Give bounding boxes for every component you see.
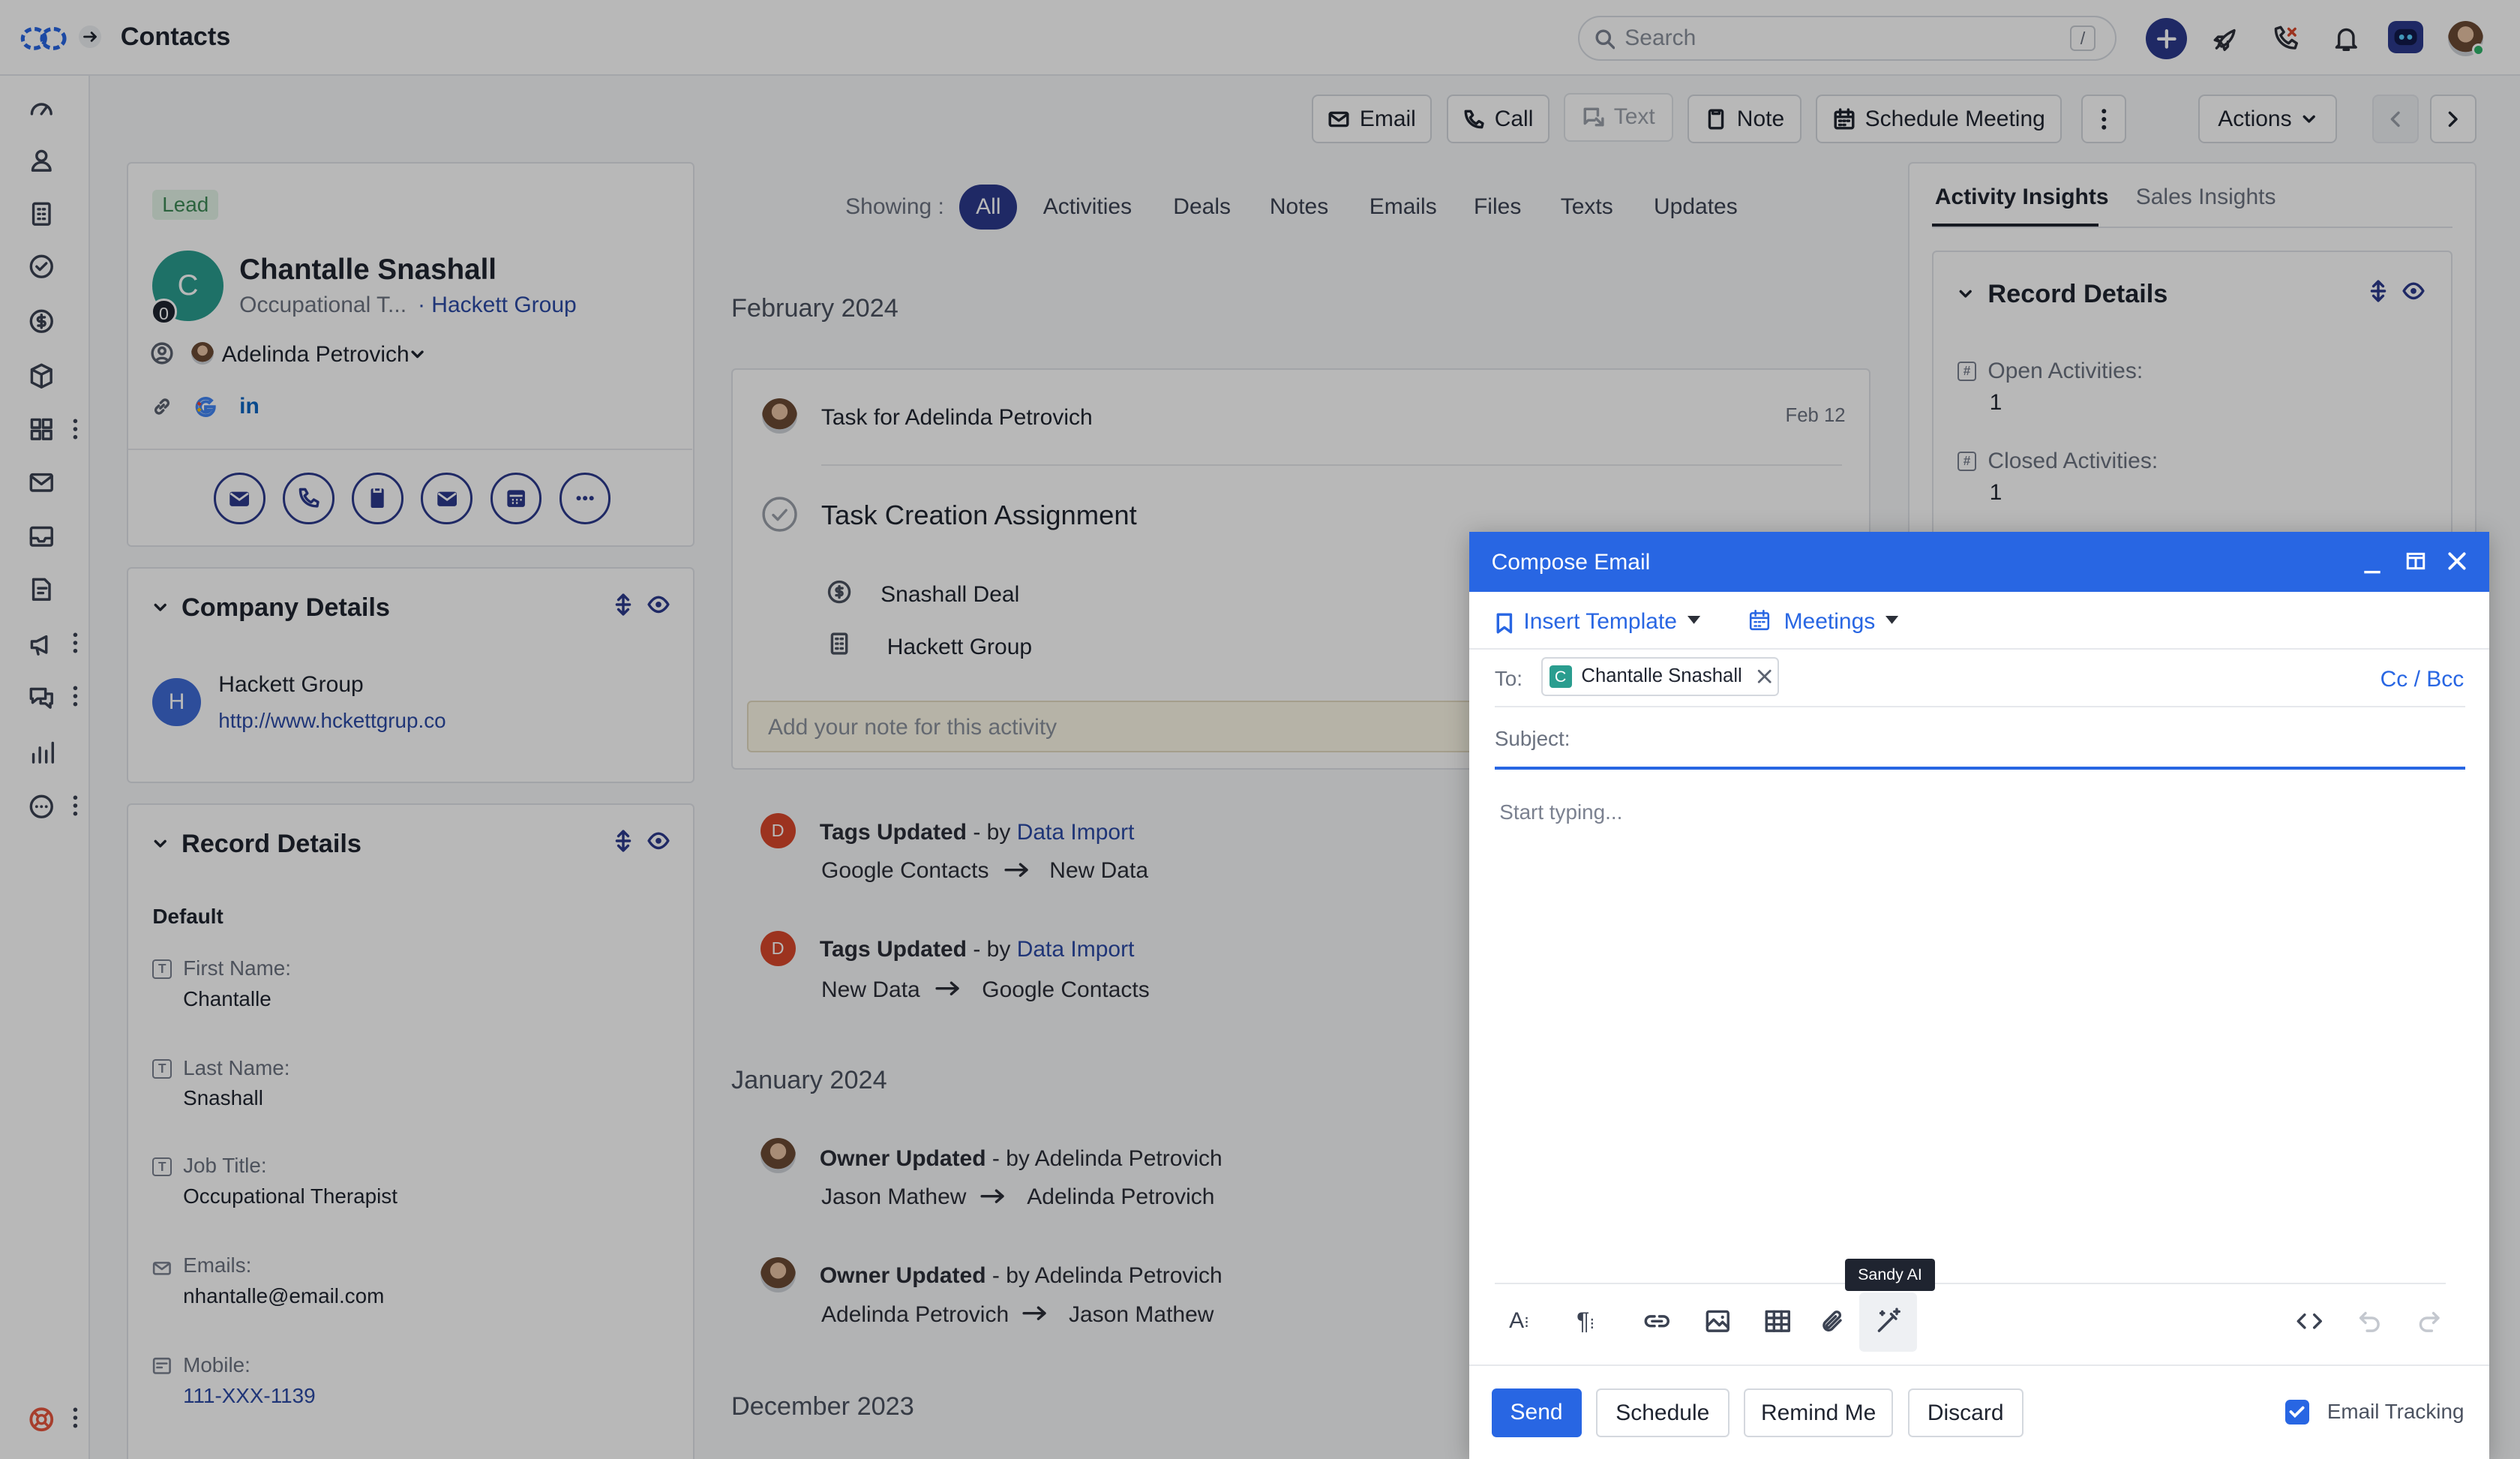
attachment-icon[interactable] <box>1818 1307 1847 1336</box>
recipient-avatar: C <box>1549 665 1572 688</box>
recipient-name: Chantalle Snashall <box>1581 665 1742 686</box>
to-label: To: <box>1494 667 1522 691</box>
subject-input[interactable] <box>1575 716 2465 764</box>
divider <box>1494 705 2466 707</box>
paragraph-icon[interactable]: ¶⁝ <box>1576 1307 1606 1336</box>
code-view-icon[interactable] <box>2295 1307 2324 1336</box>
email-body-editor[interactable]: Start typing... <box>1495 781 2465 1279</box>
meetings-calendar-icon <box>1750 609 1770 631</box>
insert-table-icon[interactable] <box>1763 1307 1792 1336</box>
maximize-icon[interactable] <box>2404 550 2427 572</box>
subject-focus-line <box>1494 767 2466 770</box>
divider <box>1468 647 2490 650</box>
template-icon <box>1496 613 1512 634</box>
email-body-placeholder: Start typing... <box>1499 800 1623 824</box>
remove-recipient-icon[interactable] <box>1756 668 1772 684</box>
close-icon[interactable] <box>2446 550 2468 572</box>
schedule-button[interactable]: Schedule <box>1595 1388 1730 1437</box>
redo-icon[interactable] <box>2416 1307 2445 1336</box>
undo-icon[interactable] <box>2354 1307 2384 1336</box>
sandy-ai-tooltip: Sandy AI <box>1844 1258 1935 1291</box>
divider <box>1468 1364 2490 1367</box>
minimize-icon[interactable] <box>2361 553 2384 575</box>
caret-down-icon[interactable] <box>1885 615 1898 626</box>
send-button[interactable]: Send <box>1491 1388 1582 1437</box>
cc-bcc-toggle[interactable]: Cc / Bcc <box>2380 667 2464 692</box>
divider <box>1494 1282 2446 1285</box>
insert-link-icon[interactable] <box>1642 1307 1672 1336</box>
email-tracking-checkbox[interactable] <box>2285 1400 2310 1424</box>
insert-image-icon[interactable] <box>1703 1307 1732 1336</box>
sandy-ai-wand-icon[interactable] <box>1874 1307 1904 1336</box>
subject-label: Subject: <box>1494 726 1570 750</box>
font-size-icon[interactable]: A⁝ <box>1509 1307 1538 1336</box>
compose-header: Compose Email <box>1468 532 2490 592</box>
compose-title: Compose Email <box>1491 549 1651 575</box>
meetings-button[interactable]: Meetings <box>1784 609 1876 635</box>
recipient-chip[interactable]: C Chantalle Snashall <box>1540 657 1780 696</box>
caret-down-icon[interactable] <box>1687 615 1701 626</box>
email-tracking-label: Email Tracking <box>2326 1400 2464 1424</box>
insert-template-button[interactable]: Insert Template <box>1523 609 1677 635</box>
remind-me-button[interactable]: Remind Me <box>1744 1388 1894 1437</box>
compose-email-dialog: Compose Email Insert Template Meetings T… <box>1468 532 2490 1459</box>
discard-button[interactable]: Discard <box>1907 1388 2024 1437</box>
